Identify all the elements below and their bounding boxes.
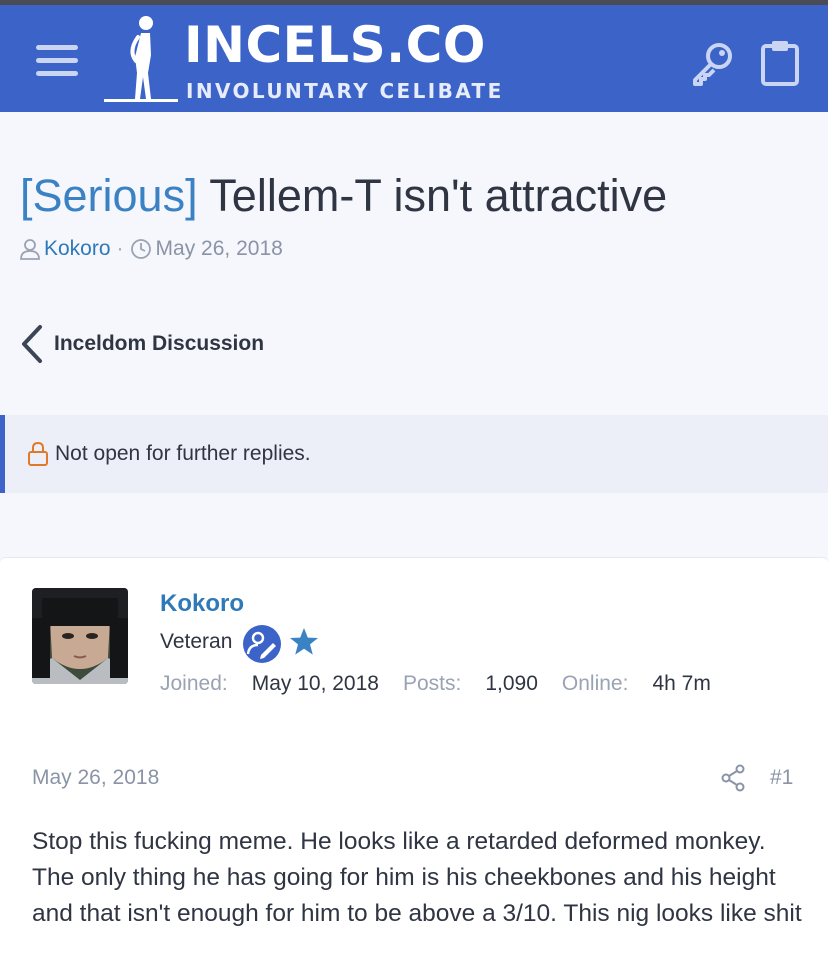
- clipboard-icon: [761, 41, 799, 86]
- user-icon: [20, 239, 40, 260]
- thread-date-link[interactable]: May 26, 2018: [156, 237, 283, 261]
- key-icon: [693, 43, 732, 86]
- post-card: Kokoro Veteran Joined: May 10, 2018 Post…: [0, 557, 828, 972]
- lock-icon: [28, 441, 48, 466]
- online-label: Online:: [561, 672, 629, 695]
- thread-author-link[interactable]: Kokoro: [44, 237, 111, 261]
- thread-meta: Kokoro · May 26, 2018: [20, 234, 283, 264]
- clock-icon: [130, 239, 151, 259]
- menu-icon: [36, 45, 78, 50]
- posts-value: 1,090: [485, 672, 538, 695]
- breadcrumb[interactable]: Inceldom Discussion: [20, 324, 264, 364]
- online-value: 4h 7m: [652, 672, 711, 695]
- user-title: Veteran: [160, 630, 233, 653]
- avatar-image: [32, 588, 128, 684]
- logo-figure-icon: [104, 16, 178, 102]
- user-stats: Joined: May 10, 2018 Posts: 1,090 Online…: [160, 672, 735, 696]
- login-button[interactable]: [690, 39, 738, 87]
- menu-icon-bar: [36, 58, 78, 63]
- thread-prefix: [Serious]: [20, 170, 198, 221]
- user-edit-badge-icon: [243, 625, 281, 663]
- post-body: Stop this fucking meme. He looks like a …: [32, 828, 802, 927]
- thread-title-text: Tellem-T isn't attractive: [209, 170, 668, 221]
- joined-value: May 10, 2018: [251, 672, 379, 695]
- posts-label: Posts:: [402, 672, 462, 695]
- register-button[interactable]: [760, 39, 800, 87]
- post-date-link[interactable]: May 26, 2018: [32, 766, 159, 790]
- menu-button[interactable]: [36, 43, 78, 77]
- locked-notice-text: Not open for further replies.: [55, 442, 311, 465]
- chevron-left-icon: [22, 325, 42, 363]
- menu-icon-bar: [36, 71, 78, 76]
- share-icon[interactable]: [720, 764, 746, 792]
- thread-title: [Serious] Tellem-T isn't attractive: [20, 168, 667, 224]
- logo-title: INCELS.CO: [184, 16, 486, 74]
- locked-notice: Not open for further replies.: [0, 415, 828, 493]
- site-logo[interactable]: INCELS.CO INVOLUNTARY CELIBATE: [104, 15, 504, 107]
- joined-label: Joined:: [160, 672, 228, 695]
- star-icon: [290, 628, 318, 655]
- breadcrumb-label: Inceldom Discussion: [54, 332, 265, 355]
- logo-subtitle: INVOLUNTARY CELIBATE: [186, 79, 504, 103]
- site-header: INCELS.CO INVOLUNTARY CELIBATE: [0, 5, 828, 112]
- meta-separator: ·: [116, 237, 124, 260]
- avatar[interactable]: [32, 588, 128, 684]
- post-username[interactable]: Kokoro: [160, 590, 244, 618]
- post-number-link[interactable]: #1: [770, 766, 793, 790]
